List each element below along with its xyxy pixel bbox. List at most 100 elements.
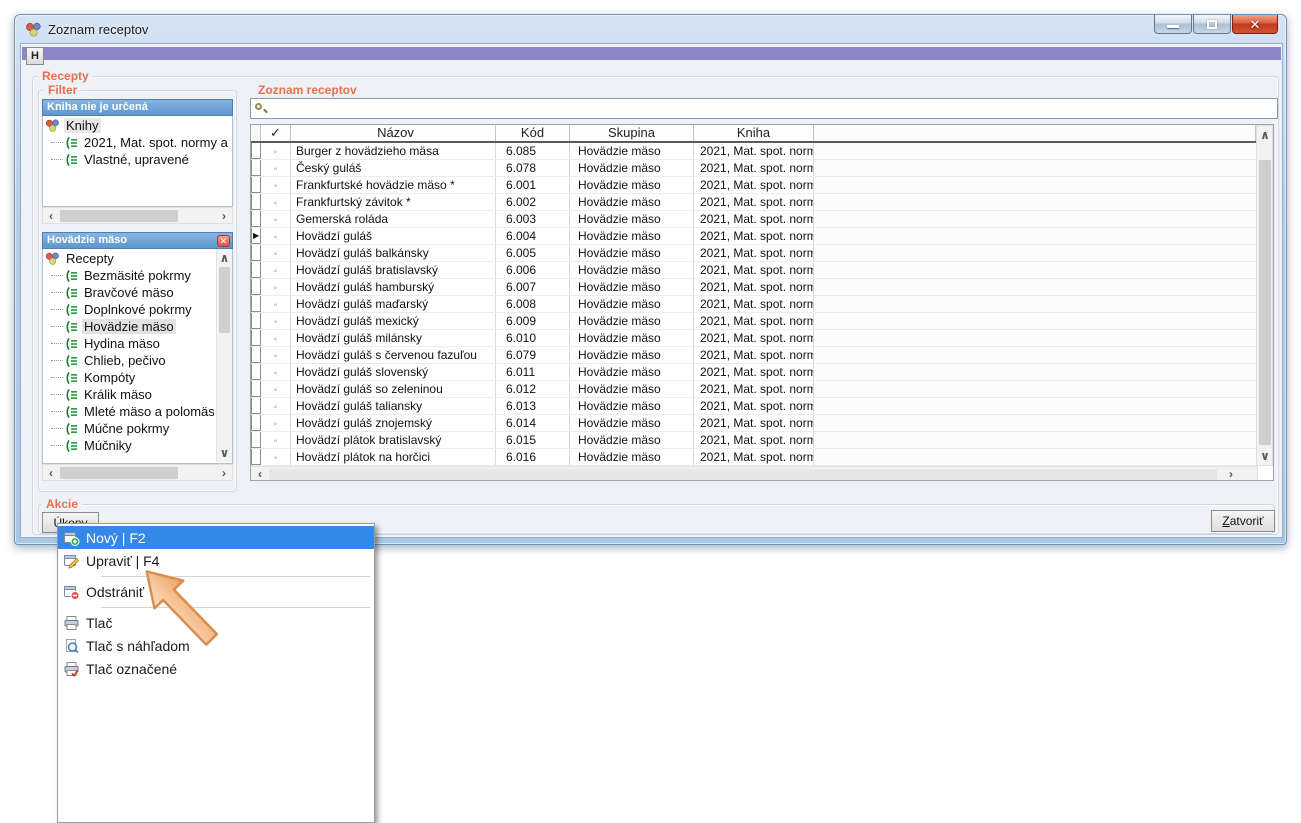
cell-skupina[interactable]: Hovädzie mäso <box>570 330 694 346</box>
row-check-cell[interactable]: ◦ <box>261 194 291 210</box>
cell-kod[interactable]: 6.004 <box>496 228 570 244</box>
row-check-cell[interactable]: ◦ <box>261 398 291 414</box>
row-check-cell[interactable]: ◦ <box>261 279 291 295</box>
table-row[interactable]: ◦Hovädzí guláš mexický6.009Hovädzie mäso… <box>251 313 1256 330</box>
cell-kniha[interactable]: 2021, Mat. spot. normy a <box>694 211 814 227</box>
menu-item-new-record[interactable]: Nový | F2 <box>58 526 374 549</box>
cell-kniha[interactable]: 2021, Mat. spot. normy a <box>694 449 814 465</box>
cell-nazov[interactable]: Gemerská roláda <box>291 211 496 227</box>
row-check-cell[interactable]: ◦ <box>261 449 291 465</box>
scroll-left-icon[interactable]: ‹ <box>45 209 57 223</box>
row-selector-cell[interactable] <box>251 330 261 346</box>
scroll-left-icon[interactable]: ‹ <box>45 466 57 480</box>
cell-skupina[interactable]: Hovädzie mäso <box>570 228 694 244</box>
table-row[interactable]: ◦Hovädzí guláš milánsky6.010Hovädzie mäs… <box>251 330 1256 347</box>
tree-root[interactable]: Recepty <box>45 250 215 267</box>
table-row[interactable]: ◦Hovädzí guláš znojemský6.014Hovädzie mä… <box>251 415 1256 432</box>
table-vscrollbar[interactable]: ∧ ∨ <box>1256 125 1273 466</box>
cell-kod[interactable]: 6.013 <box>496 398 570 414</box>
menu-item-edit-record[interactable]: Upraviť | F4 <box>58 549 374 572</box>
row-check-cell[interactable]: ◦ <box>261 330 291 346</box>
row-selector-cell[interactable] <box>251 398 261 414</box>
cell-nazov[interactable]: Hovädzí guláš milánsky <box>291 330 496 346</box>
tree-item[interactable]: Hydina mäso <box>45 335 215 352</box>
row-selector-cell[interactable] <box>251 262 261 278</box>
table-row[interactable]: ◦Hovädzí guláš taliansky6.013Hovädzie mä… <box>251 398 1256 415</box>
cell-kod[interactable]: 6.006 <box>496 262 570 278</box>
row-selector-cell[interactable] <box>251 296 261 312</box>
table-row[interactable]: ◦Burger z hovädzieho mäsa6.085Hovädzie m… <box>251 143 1256 160</box>
row-selector-cell[interactable] <box>251 279 261 295</box>
cell-skupina[interactable]: Hovädzie mäso <box>570 313 694 329</box>
cell-kod[interactable]: 6.085 <box>496 143 570 159</box>
column-header-kod[interactable]: Kód <box>496 125 570 141</box>
cell-kniha[interactable]: 2021, Mat. spot. normy a <box>694 160 814 176</box>
search-input[interactable] <box>267 101 1277 117</box>
row-check-cell[interactable]: ◦ <box>261 415 291 431</box>
column-header-kniha[interactable]: Kniha <box>694 125 814 141</box>
table-row[interactable]: ◦Hovädzí guláš s červenou fazuľou6.079Ho… <box>251 347 1256 364</box>
table-hscroll-thumb[interactable] <box>269 469 1217 480</box>
row-check-cell[interactable]: ◦ <box>261 262 291 278</box>
tree-item[interactable]: Doplnkové pokrmy <box>45 301 215 318</box>
cell-skupina[interactable]: Hovädzie mäso <box>570 449 694 465</box>
table-row[interactable]: ◦Frankfurtské hovädzie mäso *6.001Hovädz… <box>251 177 1256 194</box>
cell-kod[interactable]: 6.001 <box>496 177 570 193</box>
row-selector-cell[interactable] <box>251 364 261 380</box>
row-selector-cell[interactable] <box>251 432 261 448</box>
cell-kniha[interactable]: 2021, Mat. spot. normy a <box>694 432 814 448</box>
row-selector-cell[interactable] <box>251 194 261 210</box>
scroll-down-icon[interactable]: ∨ <box>1259 449 1271 463</box>
row-check-cell[interactable]: ◦ <box>261 228 291 244</box>
tree-item[interactable]: Hovädzie mäso <box>45 318 215 335</box>
table-row[interactable]: ◦Hovädzí guláš maďarský6.008Hovädzie mäs… <box>251 296 1256 313</box>
row-check-cell[interactable]: ◦ <box>261 143 291 159</box>
cell-kniha[interactable]: 2021, Mat. spot. normy a <box>694 245 814 261</box>
cell-kod[interactable]: 6.008 <box>496 296 570 312</box>
row-check-cell[interactable]: ◦ <box>261 313 291 329</box>
cell-kniha[interactable]: 2021, Mat. spot. normy a <box>694 415 814 431</box>
scroll-left-icon[interactable]: ‹ <box>254 467 266 481</box>
cell-skupina[interactable]: Hovädzie mäso <box>570 177 694 193</box>
cell-kniha[interactable]: 2021, Mat. spot. normy a <box>694 330 814 346</box>
tree-item[interactable]: Vlastné, upravené <box>45 151 232 168</box>
cell-nazov[interactable]: Český guláš <box>291 160 496 176</box>
tree-item[interactable]: Chlieb, pečivo <box>45 352 215 369</box>
tree-item[interactable]: Bravčové mäso <box>45 284 215 301</box>
table-row[interactable]: ◦Český guláš6.078Hovädzie mäso2021, Mat.… <box>251 160 1256 177</box>
scroll-right-icon[interactable]: › <box>218 209 230 223</box>
row-check-cell[interactable]: ◦ <box>261 177 291 193</box>
table-row[interactable]: ◦Gemerská roláda6.003Hovädzie mäso2021, … <box>251 211 1256 228</box>
cell-kod[interactable]: 6.009 <box>496 313 570 329</box>
table-row[interactable]: ◦Hovädzí guláš hamburský6.007Hovädzie mä… <box>251 279 1256 296</box>
scroll-up-icon[interactable]: ∧ <box>1259 128 1271 142</box>
cell-nazov[interactable]: Frankfurtský závitok * <box>291 194 496 210</box>
cell-kod[interactable]: 6.012 <box>496 381 570 397</box>
cell-kod[interactable]: 6.015 <box>496 432 570 448</box>
cell-nazov[interactable]: Hovädzí guláš <box>291 228 496 244</box>
row-selector-cell[interactable] <box>251 177 261 193</box>
row-selector-cell[interactable] <box>251 449 261 465</box>
cell-nazov[interactable]: Hovädzí guláš maďarský <box>291 296 496 312</box>
categories-hscrollbar[interactable]: ‹ › <box>42 464 233 481</box>
row-check-cell[interactable]: ◦ <box>261 245 291 261</box>
column-header-nazov[interactable]: Názov <box>291 125 496 141</box>
table-row[interactable]: ◦Hovädzí guláš balkánsky6.005Hovädzie mä… <box>251 245 1256 262</box>
books-hscrollbar[interactable]: ‹ › <box>42 207 233 224</box>
cell-nazov[interactable]: Hovädzí plátok na horčici <box>291 449 496 465</box>
cell-nazov[interactable]: Frankfurtské hovädzie mäso * <box>291 177 496 193</box>
cell-kniha[interactable]: 2021, Mat. spot. normy a <box>694 177 814 193</box>
cell-nazov[interactable]: Hovädzí guláš hamburský <box>291 279 496 295</box>
table-row[interactable]: ◦Hovädzí guláš bratislavský6.006Hovädzie… <box>251 262 1256 279</box>
row-check-cell[interactable]: ◦ <box>261 160 291 176</box>
cell-skupina[interactable]: Hovädzie mäso <box>570 432 694 448</box>
categories-hscroll-thumb[interactable] <box>60 467 178 479</box>
tree-root[interactable]: Knihy <box>45 117 232 134</box>
table-hscrollbar[interactable]: ‹ › <box>251 466 1258 481</box>
cell-kniha[interactable]: 2021, Mat. spot. normy a <box>694 143 814 159</box>
row-check-cell[interactable]: ◦ <box>261 211 291 227</box>
categories-vscrollbar[interactable]: ∧ ∨ <box>216 249 232 462</box>
cell-skupina[interactable]: Hovädzie mäso <box>570 347 694 363</box>
title-bar[interactable]: Zoznam receptov <box>15 15 1286 43</box>
cell-skupina[interactable]: Hovädzie mäso <box>570 211 694 227</box>
